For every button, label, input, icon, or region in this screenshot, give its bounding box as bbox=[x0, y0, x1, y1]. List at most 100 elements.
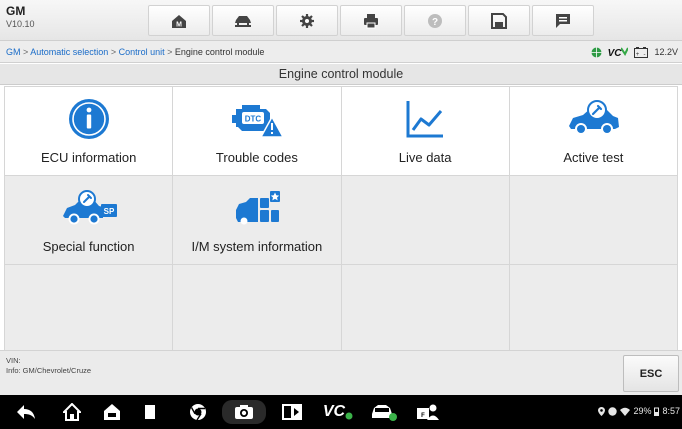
tile-label: I/M system information bbox=[191, 239, 323, 254]
system-status-area: 29% 8:57 bbox=[598, 406, 680, 416]
tile-empty bbox=[341, 265, 509, 353]
breadcrumb-bar: GM > Automatic selection > Control unit … bbox=[0, 41, 682, 63]
tile-label: ECU information bbox=[40, 150, 137, 165]
browser-icon bbox=[190, 404, 206, 421]
connection-status: VC + - 12.2V bbox=[591, 45, 678, 59]
tile-trouble-codes[interactable]: DTC Trouble codes bbox=[173, 87, 341, 175]
svg-text:M: M bbox=[176, 21, 182, 28]
vcb-status: VC bbox=[607, 43, 630, 61]
message-icon bbox=[556, 13, 570, 28]
info-bar: VIN: Info: GM/Chevrolet/Cruze ESC bbox=[0, 350, 682, 395]
nav-remote-expert-button[interactable]: F bbox=[408, 395, 448, 429]
help-icon: ? bbox=[428, 13, 442, 28]
voltage-readout: 12.2V bbox=[654, 47, 678, 57]
breadcrumb: GM > Automatic selection > Control unit … bbox=[6, 47, 264, 57]
battery-icon bbox=[654, 407, 660, 416]
toolbar-message-button[interactable] bbox=[532, 5, 594, 36]
car-sp-icon: SP bbox=[62, 190, 117, 225]
vcb-connected-icon bbox=[620, 47, 630, 56]
camera-icon bbox=[235, 405, 253, 419]
tile-special-function[interactable]: SP Special function bbox=[5, 176, 173, 264]
svg-text:F: F bbox=[421, 413, 425, 419]
toolbar-print-button[interactable] bbox=[340, 5, 402, 36]
svg-text:-: - bbox=[644, 52, 646, 58]
tile-empty bbox=[173, 265, 341, 353]
home-icon: M bbox=[172, 14, 186, 28]
tile-empty bbox=[341, 176, 509, 264]
breadcrumb-separator: > bbox=[20, 47, 31, 57]
nav-home-button[interactable] bbox=[54, 395, 90, 429]
line-chart-icon bbox=[406, 101, 444, 138]
nav-browser-button[interactable] bbox=[180, 395, 216, 429]
toolbar-home-button[interactable]: M bbox=[148, 5, 210, 36]
nav-vehicle-connection-button[interactable] bbox=[364, 395, 404, 429]
toolbar-settings-button[interactable] bbox=[276, 5, 338, 36]
battery-percent: 29% bbox=[633, 406, 652, 416]
back-arrow-icon bbox=[17, 405, 35, 419]
im-system-icon bbox=[235, 191, 280, 225]
vin-label: VIN: bbox=[6, 356, 21, 365]
tile-ecu-information[interactable]: ECU information bbox=[5, 87, 173, 175]
svg-text:+: + bbox=[636, 52, 640, 58]
vcb-label: VC bbox=[607, 48, 622, 59]
nav-vci-button[interactable]: VC bbox=[316, 395, 360, 429]
car-wrench-icon bbox=[569, 100, 620, 135]
esc-button[interactable]: ESC bbox=[623, 355, 679, 392]
tile-im-system-information[interactable]: I/M system information bbox=[173, 176, 341, 264]
system-nav-bar: VC F 29% 8:57 bbox=[0, 395, 682, 429]
nav-back-button[interactable] bbox=[8, 395, 44, 429]
settings-icon bbox=[300, 13, 314, 28]
svg-text:DTC: DTC bbox=[245, 115, 262, 124]
tile-empty bbox=[509, 176, 677, 264]
engine-dtc-icon: DTC bbox=[231, 105, 284, 138]
tile-label: Special function bbox=[42, 239, 135, 254]
breadcrumb-link-automatic-selection[interactable]: Automatic selection bbox=[30, 47, 108, 57]
info-icon bbox=[68, 99, 109, 139]
home-icon bbox=[63, 403, 81, 421]
top-toolbar: GM V10.10 M ? bbox=[0, 0, 682, 41]
breadcrumb-link-gm[interactable]: GM bbox=[6, 47, 21, 57]
vehicle-info: Info: GM/Chevrolet/Cruze bbox=[6, 366, 92, 375]
app-version: V10.10 bbox=[6, 19, 35, 29]
breadcrumb-link-control-unit[interactable]: Control unit bbox=[119, 47, 165, 57]
toolbar-save-button[interactable] bbox=[468, 5, 530, 36]
clock: 8:57 bbox=[662, 406, 680, 416]
nav-recent-apps-button[interactable] bbox=[134, 395, 170, 429]
vci-label: VC bbox=[322, 403, 346, 420]
tile-empty bbox=[5, 265, 173, 353]
vehicle-lift-icon bbox=[235, 15, 251, 27]
tile-active-test[interactable]: Active test bbox=[509, 87, 677, 175]
tile-label: Active test bbox=[563, 150, 624, 165]
globe-icon bbox=[591, 47, 602, 57]
vci-connected-icon bbox=[345, 412, 353, 420]
car-connected-icon bbox=[372, 405, 397, 421]
toolbar-help-button[interactable]: ? bbox=[404, 5, 466, 36]
nav-autel-home-button[interactable] bbox=[94, 395, 130, 429]
toolbar-vehicle-button[interactable] bbox=[212, 5, 274, 36]
print-icon bbox=[364, 13, 378, 28]
location-icon bbox=[598, 406, 606, 416]
breadcrumb-current: Engine control module bbox=[174, 47, 265, 57]
sync-icon bbox=[608, 406, 618, 416]
remote-expert-icon: F bbox=[417, 404, 439, 420]
nav-camera-button[interactable] bbox=[222, 400, 266, 424]
app-name: GM bbox=[6, 4, 26, 18]
breadcrumb-separator: > bbox=[164, 47, 175, 57]
svg-text:SP: SP bbox=[103, 207, 114, 216]
tile-empty bbox=[509, 265, 677, 353]
tile-label: Live data bbox=[398, 150, 452, 165]
nav-display-button[interactable] bbox=[272, 395, 312, 429]
battery-icon: + - bbox=[634, 46, 649, 58]
display-mirror-icon bbox=[282, 404, 302, 420]
svg-text:?: ? bbox=[432, 17, 438, 28]
function-grid: ECU information DTC Trouble codes Live d… bbox=[4, 86, 678, 353]
tile-label: Trouble codes bbox=[215, 150, 298, 165]
save-icon bbox=[491, 12, 507, 29]
page-title: Engine control module bbox=[0, 64, 682, 85]
tile-live-data[interactable]: Live data bbox=[341, 87, 509, 175]
wifi-icon bbox=[620, 407, 631, 416]
breadcrumb-separator: > bbox=[108, 47, 119, 57]
recent-apps-icon bbox=[145, 405, 159, 419]
app-title: GM V10.10 bbox=[6, 5, 35, 29]
autel-home-icon bbox=[104, 404, 120, 420]
